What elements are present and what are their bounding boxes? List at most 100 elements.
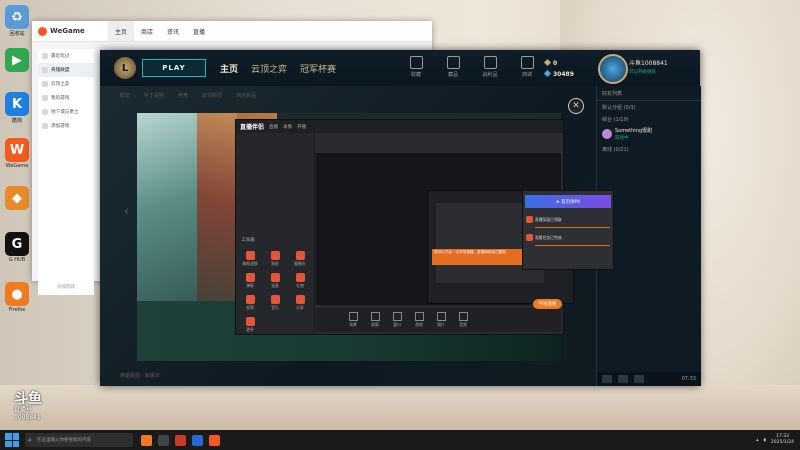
nav-clash[interactable]: 冠军杯赛 [300, 62, 336, 75]
source-icon [436, 312, 446, 321]
loot-icon [446, 56, 460, 69]
source-button[interactable]: 图片 [432, 312, 450, 328]
tool-label: 连麦 [271, 283, 279, 288]
firefox-icon[interactable] [141, 434, 152, 446]
friend-name: Something很甜 [615, 127, 653, 134]
friend-group[interactable]: 综合 (1/19) [597, 113, 701, 125]
tool-button[interactable]: 更多 [240, 317, 260, 333]
wegame-sidebar-label: 我的游戏 [51, 96, 70, 101]
wegame-app-icon[interactable] [209, 434, 220, 446]
streamer-tab[interactable]: 直播 [269, 124, 278, 130]
tool-button[interactable]: 贴纸 [265, 251, 285, 267]
desktop-shortcut[interactable]: K 酷狗 [3, 92, 31, 124]
volume-icon[interactable]: ◖ [764, 438, 766, 443]
subnav-item[interactable]: 概览 [120, 92, 130, 99]
play-button[interactable]: PLAY [142, 59, 206, 77]
wegame-sidebar-item[interactable]: 添加游戏 [38, 119, 94, 133]
lol-topbar: L PLAY 主页 云顶之弈 冠军杯赛 收藏 藏品 战利品 商城 0 30489… [100, 50, 700, 87]
wegame-tab-home[interactable]: 主页 [108, 21, 135, 41]
close-icon[interactable]: ✕ [568, 98, 584, 114]
lol-app-icon[interactable] [192, 434, 203, 446]
source-label: 屏幕 [371, 322, 379, 327]
popup-item[interactable]: 观看任务已完成 [523, 230, 613, 245]
social-header: 好友列表 [597, 86, 701, 101]
source-button[interactable]: 音频 [454, 312, 472, 328]
wegame-tab-store[interactable]: 商店 [134, 21, 160, 41]
wegame-tab-news[interactable]: 资讯 [160, 21, 186, 41]
desktop-shortcut[interactable]: ♻ 回收站 [3, 5, 31, 37]
tool-button[interactable]: 礼物 [290, 273, 310, 289]
notification-icon[interactable] [634, 375, 644, 383]
nav-home[interactable]: 主页 [220, 62, 238, 75]
friend-status: 游戏中 [615, 135, 629, 141]
chest-icon [483, 56, 497, 69]
taskbar-search[interactable]: 在这里输入你要搜索的内容 [25, 433, 133, 447]
source-button[interactable]: 窗口 [388, 312, 406, 328]
subnav-item[interactable]: 商店新品 [236, 92, 256, 99]
chat-icon[interactable] [602, 375, 612, 383]
wegame-sidebar-item[interactable]: 最近玩过 [38, 49, 94, 63]
tool-icon [245, 295, 255, 304]
start-live-button[interactable]: 开始直播 [533, 299, 562, 309]
file-explorer-icon[interactable] [158, 434, 169, 446]
desktop-shortcut[interactable]: GG HUB [3, 232, 31, 263]
carousel-prev-icon[interactable]: ‹ [124, 204, 129, 218]
wegame-sidebar-item[interactable]: 英雄联盟 [38, 63, 94, 77]
wegame-tab-live[interactable]: 直播 [186, 21, 212, 41]
start-button[interactable] [5, 433, 19, 447]
lol-icon-nav: 收藏 藏品 战利品 商城 [404, 56, 539, 78]
tool-button[interactable]: 投票 [240, 295, 260, 311]
tool-button[interactable]: 美颜滤镜 [240, 251, 260, 267]
desktop-shortcut[interactable]: ● Firefox [3, 282, 31, 313]
popup-item[interactable]: 直播奖励已领取 [523, 212, 613, 227]
stream-preview: 您可以开启一次本场直播，直播间地址已复制 ★ 首页弹PK 直播奖励已领取 观看任… [316, 153, 614, 305]
subnav-item[interactable]: 补丁说明 [144, 92, 164, 99]
tool-button[interactable]: 连麦 [265, 273, 285, 289]
wegame-sidebar-item[interactable]: 我的游戏 [38, 91, 94, 105]
wegame-sidebar-item[interactable]: 地下城与勇士 [38, 105, 94, 119]
clock[interactable]: 17:33 2025/1/24 [771, 434, 794, 446]
collection-button[interactable]: 收藏 [404, 56, 428, 78]
tool-icon [270, 251, 280, 260]
streamer-tab[interactable]: 录像 [283, 124, 292, 130]
source-button[interactable]: 游戏 [410, 312, 428, 328]
friend-group[interactable]: 默认分组 (0/3) [597, 101, 701, 113]
subnav-item[interactable]: 电竞 [178, 92, 188, 99]
wegame-sidebar-footer[interactable]: 添加游戏 [38, 284, 94, 290]
tool-button[interactable]: 音乐 [265, 295, 285, 311]
desktop-shortcut[interactable]: ▶ [3, 48, 31, 73]
friend-group[interactable]: 离线 (0/21) [597, 143, 701, 155]
lol-nav: 主页 云顶之弈 冠军杯赛 [220, 62, 336, 75]
loot-button[interactable]: 藏品 [441, 56, 465, 78]
player-info: 斗鱼1008841 可以开始组队 [629, 59, 668, 77]
nav-tft[interactable]: 云顶之弈 [251, 62, 287, 75]
wegame-titlebar: WeGame 主页 商店 资讯 直播 [32, 21, 432, 42]
desktop-shortcut[interactable]: ◆ [3, 186, 31, 211]
mission-icon[interactable] [618, 375, 628, 383]
streamer-sidebar: 工具箱 美颜滤镜 贴纸 摄像头 弹幕 连麦 礼物 投票 音乐 分享 更多 [236, 133, 315, 334]
source-button[interactable]: 场景 [344, 312, 362, 328]
store-button[interactable]: 商城 [515, 56, 539, 78]
tool-button[interactable]: 分享 [290, 295, 310, 311]
network-icon[interactable]: ▴ [756, 438, 758, 443]
desktop-shortcut[interactable]: W WeGame [3, 138, 31, 169]
source-label: 场景 [349, 322, 357, 327]
friend-item[interactable]: Something很甜 游戏中 [597, 125, 701, 143]
streamer-tab[interactable]: 开播 [297, 124, 306, 130]
tool-button[interactable]: 弹幕 [240, 273, 260, 289]
source-icon [458, 312, 468, 321]
desktop-shortcut-label: WeGame [5, 163, 29, 169]
tool-button[interactable]: 摄像头 [290, 251, 310, 267]
popup-banner[interactable]: ★ 首页弹PK [525, 195, 611, 208]
source-button[interactable]: 屏幕 [366, 312, 384, 328]
avatar[interactable] [598, 54, 628, 84]
douyu-app-icon[interactable] [175, 434, 186, 446]
wegame-tab-label: 主页 [115, 28, 128, 36]
watermark-room: 1008841 [14, 414, 41, 421]
subnav-item[interactable]: 云顶新闻 [202, 92, 222, 99]
tool-icon [245, 273, 255, 282]
taskbar: 在这里输入你要搜索的内容 ▴ ◖ 17:33 2025/1/24 [0, 430, 800, 450]
chest-button[interactable]: 战利品 [478, 56, 502, 78]
wegame-sidebar-item[interactable]: 云顶之弈 [38, 77, 94, 91]
source-label: 游戏 [415, 322, 423, 327]
